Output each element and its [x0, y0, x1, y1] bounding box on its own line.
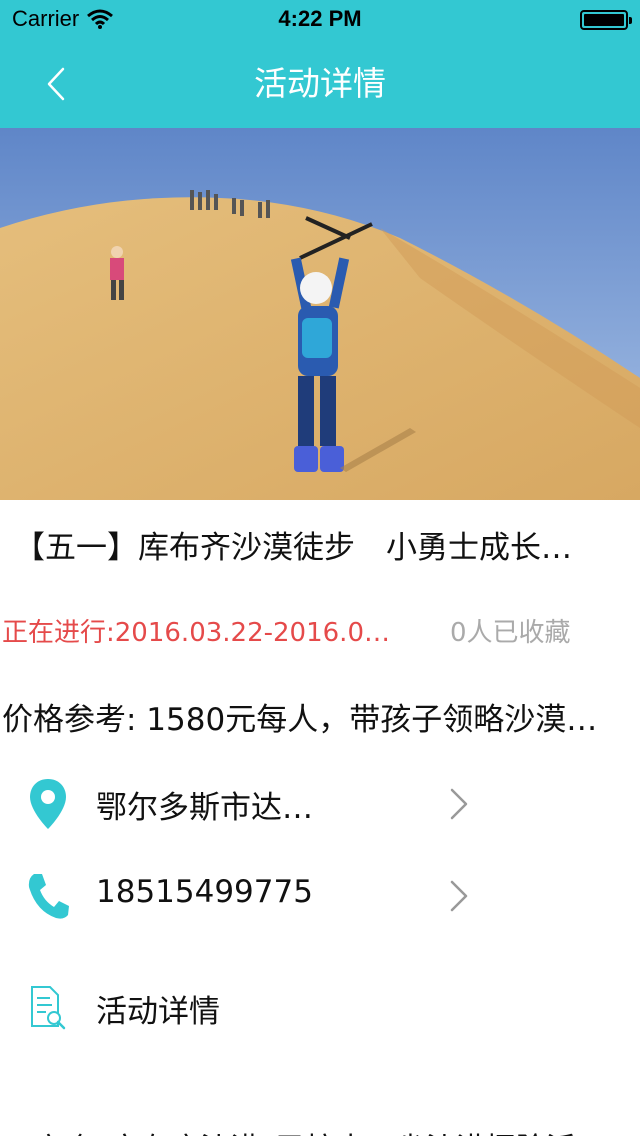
- phone-row[interactable]: 18515499775: [0, 850, 640, 942]
- phone-number: 18515499775: [96, 874, 313, 910]
- price-reference: 价格参考: 1580元每人，带孩子领略沙漠…: [2, 702, 598, 738]
- address-row[interactable]: 鄂尔多斯市达…: [0, 758, 640, 850]
- address-text: 鄂尔多斯市达…: [96, 790, 313, 826]
- activity-status-dates: 正在进行:2016.03.22-2016.0…: [2, 618, 390, 648]
- phone-icon: [24, 866, 72, 926]
- status-bar: Carrier 4:22 PM: [0, 0, 640, 40]
- chevron-right-icon: [450, 880, 468, 912]
- battery-icon: [580, 10, 632, 30]
- page-title: 活动详情: [254, 64, 386, 103]
- location-pin-icon: [24, 774, 72, 834]
- chevron-right-icon: [450, 788, 468, 820]
- navigation-bar: 活动详情: [0, 40, 640, 128]
- activity-title: 【五一】库布齐沙漠徒步 小勇士成长…: [14, 530, 572, 566]
- activity-details-label: 活动详情: [96, 994, 220, 1030]
- activity-description: ▲ 六个“家在库沙漠”已掠中五省沙漠探险活: [2, 1124, 640, 1136]
- favorites-count: 0人已收藏: [450, 618, 571, 648]
- document-search-icon: [24, 978, 72, 1038]
- activity-photo: [0, 128, 640, 500]
- activity-details-row[interactable]: 活动详情: [0, 962, 640, 1054]
- status-time: 4:22 PM: [278, 6, 362, 31]
